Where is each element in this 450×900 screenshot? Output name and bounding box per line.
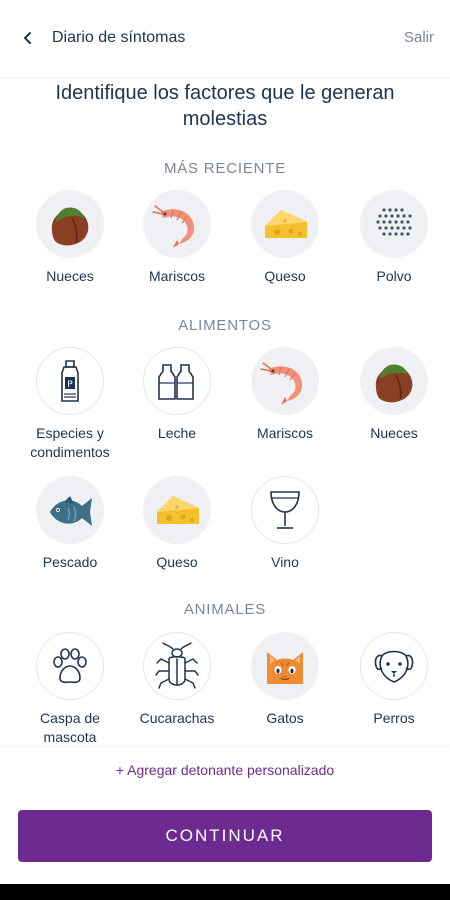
trigger-item-pescado[interactable]: Pescado <box>20 476 120 572</box>
icon-holder <box>143 190 211 258</box>
icon-holder <box>143 632 211 700</box>
cockroach-icon <box>155 642 199 689</box>
trigger-item-nueces[interactable]: Nueces <box>20 190 120 286</box>
icon-holder <box>360 632 428 700</box>
dog-icon <box>374 650 414 683</box>
nut-icon <box>375 364 413 403</box>
cat-icon <box>267 652 303 684</box>
trigger-item-gatos[interactable]: Gatos <box>235 632 335 728</box>
trigger-label: Vino <box>271 554 299 570</box>
trigger-item-vino[interactable]: Vino <box>235 476 335 572</box>
trigger-label: Gatos <box>266 710 304 726</box>
trigger-label: Especies y condimentos <box>30 425 110 460</box>
chevron-left-icon <box>24 32 31 44</box>
trigger-item-leche[interactable]: Leche <box>127 347 227 443</box>
exit-button[interactable]: Salir <box>404 29 434 46</box>
icon-holder <box>360 190 428 258</box>
system-navigation-bar <box>0 884 450 900</box>
continue-button[interactable]: CONTINUAR <box>18 810 432 862</box>
trigger-label: Mariscos <box>148 268 205 284</box>
icon-holder: P <box>36 347 104 415</box>
trigger-item-caspa[interactable]: Caspa de mascota <box>20 632 120 747</box>
dust-icon <box>376 208 412 236</box>
trigger-item-perros[interactable]: Perros <box>344 632 444 728</box>
trigger-item-mariscos[interactable]: Mariscos <box>127 190 227 286</box>
shrimp-icon <box>260 362 303 405</box>
icon-holder <box>143 476 211 544</box>
icon-holder <box>251 632 319 700</box>
app-header: Diario de síntomas Salir <box>0 0 450 78</box>
milk-bottles-icon <box>158 364 194 400</box>
trigger-item-especies[interactable]: P Especies y condimentos <box>20 347 120 462</box>
icon-holder <box>36 632 104 700</box>
trigger-item-queso[interactable]: Queso <box>127 476 227 572</box>
trigger-label: Mariscos <box>256 425 313 441</box>
wine-glass-icon <box>270 491 300 529</box>
icon-holder <box>360 347 428 415</box>
trigger-item-cucarachas[interactable]: Cucarachas <box>127 632 227 728</box>
trigger-label: Nueces <box>46 268 94 284</box>
icon-holder <box>251 476 319 544</box>
section-title-recent: MÁS RECIENTE <box>163 160 287 177</box>
page-title: Identifique los factores que le generan … <box>55 82 395 130</box>
trigger-label: Pescado <box>42 554 98 570</box>
fish-icon <box>50 496 92 526</box>
trigger-label: Caspa de mascota <box>40 710 100 745</box>
svg-text:P: P <box>67 380 73 390</box>
icon-holder <box>251 190 319 258</box>
back-button[interactable] <box>14 24 42 52</box>
trigger-item-queso[interactable]: Queso <box>235 190 335 286</box>
trigger-label: Nueces <box>370 425 418 441</box>
shrimp-icon <box>152 205 195 248</box>
section-title-food: ALIMENTOS <box>178 317 272 334</box>
add-custom-trigger-link[interactable]: + Agregar detonante personalizado <box>0 762 450 778</box>
cheese-icon <box>265 210 307 238</box>
paw-icon <box>53 648 87 684</box>
trigger-item-polvo[interactable]: Polvo <box>344 190 444 286</box>
icon-holder <box>251 347 319 415</box>
icon-holder <box>143 347 211 415</box>
trigger-label: Perros <box>373 710 415 726</box>
trigger-label: Cucarachas <box>139 710 215 726</box>
section-title-animals: ANIMALES <box>183 601 267 618</box>
trigger-label: Polvo <box>376 268 412 284</box>
cheese-icon <box>157 496 199 524</box>
trigger-label: Queso <box>156 554 198 570</box>
trigger-label: Queso <box>264 268 306 284</box>
trigger-item-nueces[interactable]: Nueces <box>344 347 444 443</box>
icon-holder <box>36 476 104 544</box>
trigger-label: Leche <box>157 425 197 441</box>
pepper-shaker-icon: P <box>61 360 79 402</box>
icon-holder <box>36 190 104 258</box>
nut-icon <box>51 207 89 246</box>
header-title: Diario de síntomas <box>52 29 186 46</box>
trigger-item-mariscos[interactable]: Mariscos <box>235 347 335 443</box>
